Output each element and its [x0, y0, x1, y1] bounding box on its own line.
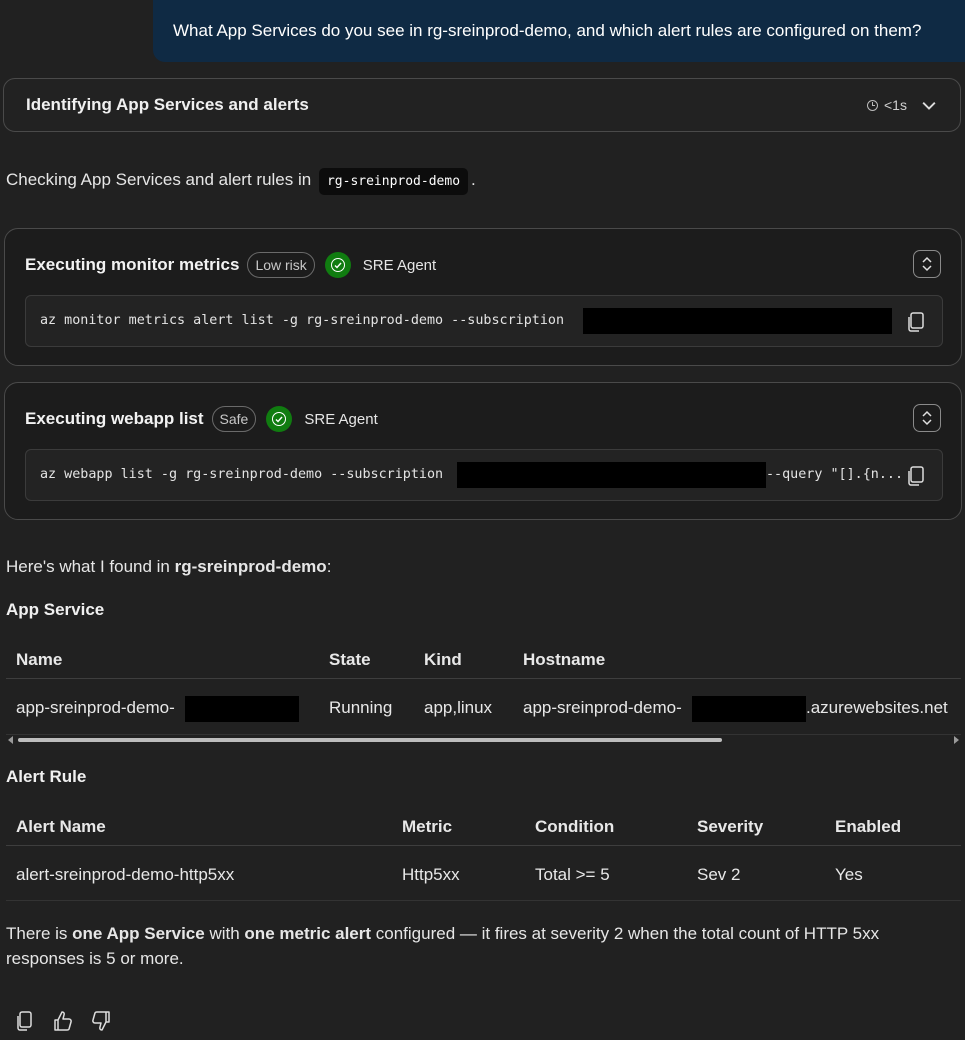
intro-label: Checking App Services and alert rules in [6, 170, 312, 189]
col-enabled: Enabled [835, 817, 902, 836]
copy-icon[interactable] [14, 1010, 36, 1032]
reasoning-panel[interactable]: Identifying App Services and alerts <1s [3, 78, 961, 132]
found-suffix: : [326, 557, 332, 576]
table-divider [6, 678, 961, 679]
chevron-down-icon[interactable] [922, 98, 936, 112]
cell-kind: app,linux [424, 698, 493, 717]
cell-enabled: Yes [835, 865, 863, 884]
col-kind: Kind [424, 650, 462, 669]
col-severity: Severity [697, 817, 764, 836]
risk-badge: Low risk [247, 252, 315, 278]
cell-state: Running [329, 698, 393, 717]
thumbs-down-icon[interactable] [90, 1010, 112, 1032]
tool-title: Executing monitor metrics [25, 255, 240, 274]
tool-title: Executing webapp list [25, 409, 204, 428]
expand-collapse-icon [922, 256, 932, 272]
col-hostname: Hostname [523, 650, 606, 669]
expand-collapse-button[interactable] [913, 250, 941, 278]
summary-line-2: responses is 5 or more. [6, 949, 184, 968]
cell-alert-name: alert-sreinprod-demo-http5xx [16, 865, 235, 884]
found-prefix: Here's what I found in [6, 557, 175, 576]
resource-group-code: rg-sreinprod-demo [318, 168, 469, 195]
duration-text: <1s [884, 97, 907, 113]
summary-text: There is one App Service with one metric… [6, 924, 879, 944]
scrollbar-thumb[interactable] [18, 738, 722, 742]
col-alert-name: Alert Name [16, 817, 106, 836]
table-bottom-rule [6, 734, 961, 735]
risk-badge: Safe [211, 406, 257, 432]
cell-host-prefix: app-sreinprod-demo- [523, 698, 682, 717]
intro-text: Checking App Services and alert rules in… [6, 168, 476, 195]
cell-condition: Total >= 5 [535, 865, 610, 884]
agent-label: SRE Agent [304, 410, 378, 428]
table-row: app-sreinprod-demo- Running app,linux ap… [16, 696, 961, 722]
expand-collapse-icon [922, 410, 932, 426]
table-bottom-rule [6, 900, 961, 901]
found-text: Here's what I found in rg-sreinprod-demo… [6, 557, 331, 577]
scroll-left-icon[interactable] [8, 736, 14, 744]
col-name: Name [16, 650, 63, 669]
user-message-bubble: What App Services do you see in rg-srein… [153, 0, 965, 62]
command-text: az monitor metrics alert list -g rg-srei… [40, 313, 565, 328]
summary-part: configured — it fires at severity 2 when… [371, 924, 880, 943]
reasoning-duration: <1s [867, 97, 907, 113]
alert-rule-heading: Alert Rule [6, 767, 87, 786]
app-service-heading: App Service [6, 600, 105, 619]
cell-severity: Sev 2 [697, 865, 741, 884]
table-row: alert-sreinprod-demo-http5xx Http5xx Tot… [16, 865, 961, 889]
copy-icon[interactable] [906, 465, 926, 487]
horizontal-scrollbar[interactable] [6, 736, 961, 744]
summary-bold: one metric alert [244, 924, 372, 943]
check-circle-icon [324, 252, 351, 278]
redacted-subscription [583, 308, 892, 334]
command-box: az monitor metrics alert list -g rg-srei… [25, 295, 943, 347]
cell-name: app-sreinprod-demo- [16, 698, 175, 717]
reasoning-title: Identifying App Services and alerts [26, 95, 309, 114]
table-divider [6, 845, 961, 846]
agent-label: SRE Agent [362, 256, 437, 274]
scroll-right-icon[interactable] [954, 736, 960, 744]
intro-suffix: . [471, 170, 476, 189]
expand-collapse-button[interactable] [913, 404, 941, 432]
found-rg: rg-sreinprod-demo [174, 557, 327, 576]
summary-part: There is [6, 924, 73, 943]
user-message-text: What App Services do you see in rg-srein… [173, 21, 922, 40]
summary-part: with [204, 924, 245, 943]
col-metric: Metric [402, 817, 453, 836]
command-box: az webapp list -g rg-sreinprod-demo --su… [25, 449, 943, 501]
redacted-name [185, 696, 299, 722]
redacted-host [692, 696, 806, 722]
tool-call-monitor-metrics: Executing monitor metrics Low risk SRE A… [4, 228, 962, 366]
cell-host-suffix: .azurewebsites.net [806, 698, 948, 717]
summary-bold: one App Service [72, 924, 205, 943]
command-text: az webapp list -g rg-sreinprod-demo --su… [40, 467, 444, 482]
col-state: State [329, 650, 371, 669]
col-condition: Condition [535, 817, 615, 836]
command-tail: --query "[].{n... [766, 467, 904, 482]
copy-icon[interactable] [906, 311, 926, 333]
tool-call-webapp-list: Executing webapp list Safe SRE Agent az … [4, 382, 962, 520]
thumbs-up-icon[interactable] [52, 1010, 74, 1032]
clock-icon [867, 99, 878, 111]
cell-metric: Http5xx [402, 865, 460, 884]
redacted-subscription [457, 462, 766, 488]
check-circle-icon [266, 406, 293, 432]
